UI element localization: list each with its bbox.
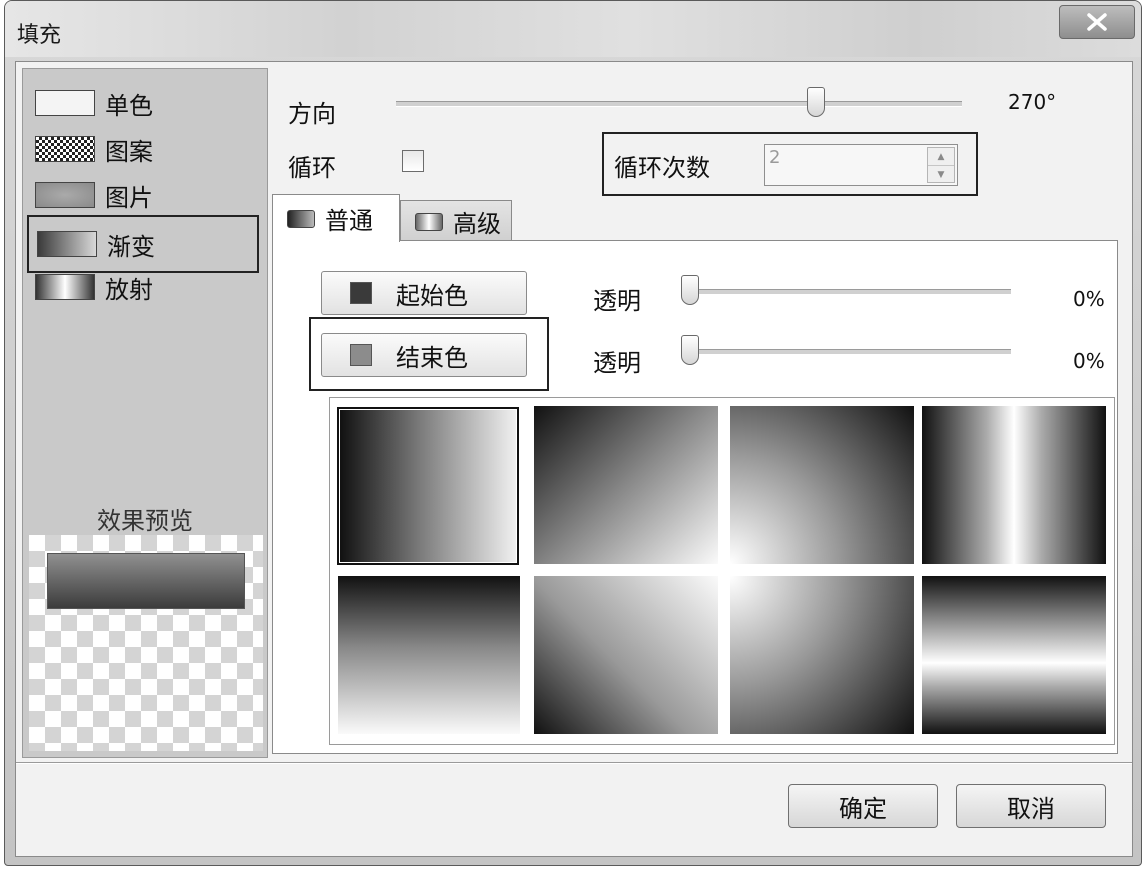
radial-swatch-icon [35,274,95,300]
effect-preview [29,535,263,751]
loop-count-spinner[interactable]: ▲ ▼ [927,147,955,183]
start-transparency-value: 0% [1073,287,1105,311]
preset-horizontal-bands[interactable] [922,576,1106,734]
fill-type-label: 图案 [105,137,153,166]
preset-corner-radial-alt[interactable] [730,576,914,734]
direction-value: 270° [1008,90,1057,114]
preset-corner-radial[interactable] [730,406,914,564]
ok-button[interactable]: 确定 [788,784,938,828]
preset-diagonal-up[interactable] [534,576,718,734]
cancel-button[interactable]: 取消 [956,784,1106,828]
fill-type-solid[interactable]: 单色 [27,83,259,123]
preview-gradient-bar [47,553,245,609]
fill-type-picture[interactable]: 图片 [27,175,259,215]
end-transparency-track[interactable] [681,349,1011,355]
loop-count-label: 循环次数 [614,154,710,182]
loop-count-value: 2 [769,147,781,168]
fill-type-radial[interactable]: 放射 [27,267,259,307]
pattern-swatch-icon [35,136,95,162]
tab-normal[interactable]: 普通 [272,194,400,242]
direction-slider-thumb[interactable] [807,87,825,117]
title-bar[interactable]: 填充 [5,1,1141,57]
tab-label: 高级 [453,210,501,238]
preset-diagonal-down[interactable] [534,406,718,564]
tab-label: 普通 [325,207,373,235]
start-transparency-track[interactable] [681,289,1011,295]
dialog-body: 单色 图案 图片 渐变 放射 效果预览 方向 270° 循环 循环次数 2 ▲ … [15,61,1133,857]
dialog-title: 填充 [17,23,62,48]
close-icon [1087,13,1107,31]
end-color-label: 结束色 [396,343,468,372]
tab-advanced[interactable]: 高级 [400,200,512,242]
start-transparency-label: 透明 [593,287,641,315]
close-button[interactable] [1059,5,1135,39]
preset-vertical[interactable] [338,576,520,734]
gradient-swatch-icon [37,231,97,257]
fill-type-label: 单色 [105,91,153,120]
fill-type-panel: 单色 图案 图片 渐变 放射 效果预览 [22,68,268,758]
preset-horizontal[interactable] [337,407,519,565]
end-transparency-thumb[interactable] [681,335,699,365]
fill-type-pattern[interactable]: 图案 [27,129,259,169]
fill-type-gradient[interactable]: 渐变 [27,215,259,273]
advanced-gradient-icon [415,212,443,231]
picture-swatch-icon [35,182,95,208]
end-transparency-value: 0% [1073,349,1105,373]
solid-swatch-icon [35,90,95,116]
direction-slider-track[interactable] [396,101,962,107]
spin-down-icon[interactable]: ▼ [928,166,954,183]
fill-type-label: 图片 [105,183,153,212]
start-color-chip [350,282,372,304]
loop-label: 循环 [288,154,336,182]
fill-type-label: 渐变 [107,232,155,261]
loop-count-group: 循环次数 2 ▲ ▼ [602,132,978,196]
fill-type-label: 放射 [105,275,153,304]
gradient-presets-grid [329,397,1115,745]
fill-dialog: 填充 单色 图案 图片 渐变 放射 效果预览 方向 270° 循环 循环次数 2… [4,0,1142,866]
preset-vertical-bands[interactable] [922,406,1106,564]
spin-up-icon[interactable]: ▲ [928,148,954,166]
end-transparency-label: 透明 [593,349,641,377]
end-color-chip [350,344,372,366]
loop-count-input[interactable]: 2 ▲ ▼ [764,144,958,186]
normal-tab-panel: 起始色 透明 0% 结束色 透明 0% [272,240,1118,754]
preview-label: 效果预览 [97,507,193,535]
start-color-button[interactable]: 起始色 [321,271,527,315]
end-color-button[interactable]: 结束色 [321,333,527,377]
direction-label: 方向 [288,100,336,128]
start-transparency-thumb[interactable] [681,275,699,305]
loop-checkbox[interactable] [402,150,424,172]
normal-gradient-icon [287,209,315,228]
footer-divider [16,762,1132,764]
start-color-label: 起始色 [396,281,468,310]
